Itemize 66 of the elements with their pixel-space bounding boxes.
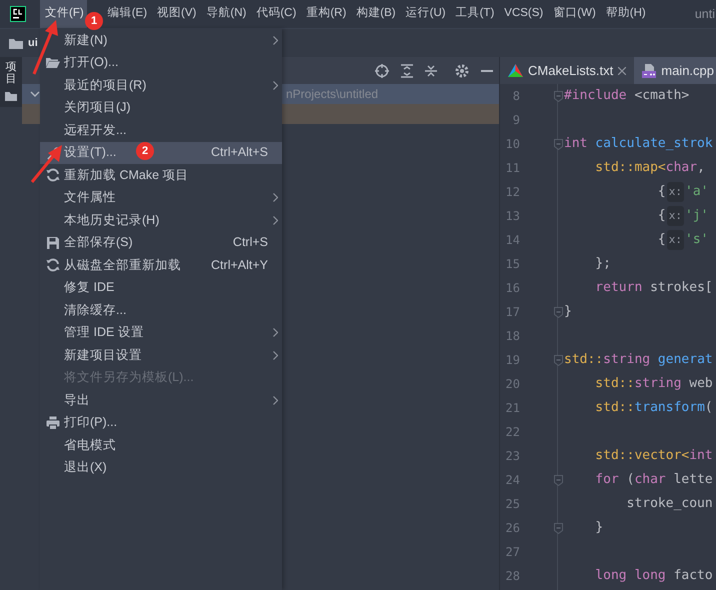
line-number: 27	[504, 544, 520, 561]
line-number: 24	[504, 472, 520, 489]
code-token: facto	[672, 567, 713, 586]
code-token: char	[634, 471, 666, 490]
window-title: unti	[694, 6, 716, 23]
code-token: ,	[697, 159, 705, 178]
line-number: 22	[504, 424, 520, 441]
line-number: 9	[512, 112, 520, 129]
code-token: std::vector<	[594, 447, 690, 466]
code-token: (	[704, 399, 713, 418]
line-number: 25	[504, 496, 520, 513]
code-token: 's'	[685, 231, 708, 250]
line-number: 12	[504, 184, 520, 201]
code-token: web	[688, 375, 713, 394]
line-number: 26	[504, 520, 520, 537]
code-token: transform	[634, 399, 705, 418]
code-token: calculate_strok	[594, 135, 713, 154]
line-number: 11	[504, 160, 520, 177]
code-token: {	[656, 231, 666, 250]
parameter-hint: x:	[666, 206, 684, 226]
line-number: 17	[504, 304, 520, 321]
line-number: 21	[504, 400, 520, 417]
shortcut-label: Ctrl+Alt+Y	[211, 256, 268, 274]
line-number: 15	[504, 256, 520, 273]
code-token: string	[603, 351, 650, 370]
code-token: #include	[564, 87, 627, 106]
line-number: 13	[504, 208, 520, 225]
shortcut-label: Ctrl+S	[232, 234, 268, 252]
code-token: return	[594, 279, 642, 298]
code-token: for	[594, 471, 619, 490]
code-token: 'a'	[685, 183, 708, 202]
code-token: lette	[672, 471, 713, 490]
code-token: <cmath>	[633, 87, 690, 106]
tree-path: nProjects\untitled	[286, 86, 378, 103]
line-number: 23	[504, 448, 520, 465]
line-number: 18	[504, 328, 520, 345]
code-token: char	[666, 159, 698, 178]
code-token: std::	[594, 399, 634, 418]
line-number: 28	[504, 568, 520, 585]
code-token: string	[634, 375, 682, 394]
code-token: long long	[594, 567, 666, 586]
line-number: 10	[504, 136, 520, 153]
code-token: std::	[564, 351, 604, 370]
code-token: }	[564, 303, 572, 322]
code-token: std::	[594, 375, 634, 394]
code-token: {	[656, 207, 666, 226]
code-token: (	[626, 471, 634, 490]
line-number: 16	[504, 280, 520, 297]
code-token: 'j'	[685, 207, 708, 226]
code-token: int	[564, 135, 588, 154]
code-token: }	[594, 519, 604, 538]
code-token: {	[656, 183, 666, 202]
shortcut-label: Ctrl+Alt+S	[211, 144, 268, 162]
parameter-hint: x:	[666, 182, 684, 202]
line-number: 8	[512, 88, 520, 105]
code-token: int	[689, 447, 713, 466]
line-number: 19	[504, 352, 520, 369]
project-name: ui	[28, 36, 38, 51]
code-token: strokes[	[649, 279, 713, 298]
code-token: stroke_coun	[626, 495, 713, 514]
code-token: std::map<	[594, 159, 666, 178]
parameter-hint: x:	[666, 230, 684, 250]
line-number: 20	[504, 376, 520, 393]
code-token: generat	[656, 351, 713, 370]
code-token: };	[594, 255, 611, 274]
line-number: 14	[504, 232, 520, 249]
